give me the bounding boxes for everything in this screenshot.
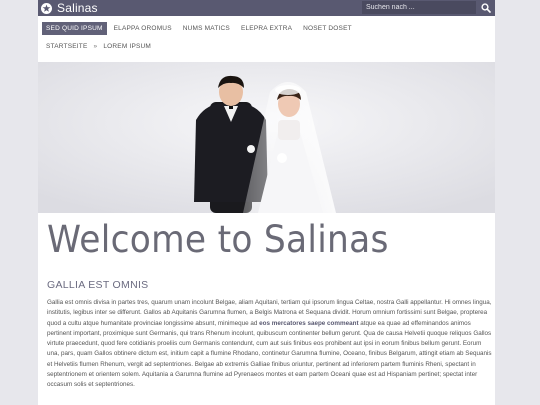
breadcrumb-current[interactable]: LOREM IPSUM <box>103 43 151 50</box>
site-title[interactable]: Salinas <box>57 1 98 15</box>
star-circle-icon[interactable] <box>41 2 52 14</box>
paragraph-text-end: atque ea quae ad effeminandos animos per… <box>47 319 492 389</box>
breadcrumb: STARTSEITE » LOREM IPSUM <box>46 43 151 50</box>
breadcrumb-separator: » <box>93 43 98 50</box>
paragraph-bold-phrase: eos mercatores saepe commeant <box>259 319 359 327</box>
hero-image <box>38 62 495 213</box>
search-button[interactable] <box>479 1 493 14</box>
top-bar: Salinas <box>38 0 495 16</box>
article-paragraph: Gallia est omnis divisa in partes tres, … <box>47 298 494 391</box>
breadcrumb-home-link[interactable]: STARTSEITE <box>46 43 88 50</box>
nav-item-nums-matics[interactable]: NUMS MATICS <box>179 22 234 35</box>
nav-item-elappa-oromus[interactable]: ELAPPA OROMUS <box>110 22 176 35</box>
section-heading: GALLIA EST OMNIS <box>47 279 149 291</box>
search-icon <box>481 2 491 13</box>
main-navigation: SED QUID IPSUM ELAPPA OROMUS NUMS MATICS… <box>42 22 359 35</box>
page-container: Salinas SED QUID IPSUM ELAPPA OROMUS NUM… <box>38 0 495 405</box>
nav-item-sed-quid-ipsum[interactable]: SED QUID IPSUM <box>42 22 107 35</box>
page-title: Welcome to Salinas <box>47 218 389 261</box>
nav-item-elepra-extra[interactable]: ELEPRA EXTRA <box>237 22 296 35</box>
nav-item-noset-doset[interactable]: NOSET DOSET <box>299 22 356 35</box>
search-input[interactable] <box>362 1 476 14</box>
